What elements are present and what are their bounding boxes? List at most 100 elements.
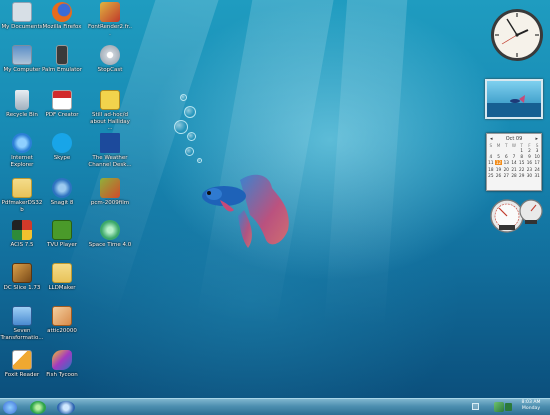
- calendar-day[interactable]: 9: [526, 154, 534, 159]
- dc-icon: [12, 263, 32, 283]
- calendar-header: ◂ Oct 09 ▸: [487, 134, 541, 143]
- network-icon[interactable]: [494, 402, 504, 412]
- calendar-day[interactable]: 2: [526, 148, 534, 153]
- desktop-icon-pcm-film[interactable]: pcm-2009film: [88, 178, 132, 207]
- calendar-days: 1 2 3 4 5 6 7 8 9 10 11 12 13 14 15 16 17 18 19 20 21 22 23 24 2…: [487, 148, 541, 178]
- taskbar-app-blue-button[interactable]: [57, 401, 75, 414]
- fish-tycoon-icon: [52, 350, 72, 370]
- desktop-icon-firefox[interactable]: Mozilla Firefox: [40, 2, 84, 31]
- cpu-meter-gadget[interactable]: [489, 198, 545, 234]
- desktop-icon-lldmaker[interactable]: LLDMaker: [40, 263, 84, 292]
- calendar-day: [502, 148, 510, 153]
- image-icon: [52, 306, 72, 326]
- recycle-bin-icon: [15, 90, 29, 110]
- calendar-day[interactable]: 25: [487, 173, 495, 178]
- calendar-day[interactable]: 29: [518, 173, 526, 178]
- bubble: [197, 158, 202, 163]
- slideshow-gadget[interactable]: [485, 79, 543, 119]
- desktop-icon-pdfmaker-folder[interactable]: PdfmakerDS32b: [0, 178, 44, 213]
- desktop[interactable]: My Documents Mozilla Firefox FontRender2…: [0, 0, 550, 398]
- calendar-day[interactable]: 26: [495, 173, 503, 178]
- palm-icon: [56, 45, 68, 65]
- betta-fish-wallpaper: [202, 174, 289, 248]
- skype-icon: [52, 133, 72, 153]
- taskbar-app-green-button[interactable]: [30, 401, 46, 414]
- desktop-icon-fish-tycoon[interactable]: Fish Tycoon: [40, 350, 84, 379]
- calendar-day[interactable]: 30: [526, 173, 534, 178]
- calendar-day[interactable]: 11: [487, 160, 495, 165]
- tvu-icon: [52, 220, 72, 240]
- calendar-day[interactable]: 15: [518, 160, 526, 165]
- clock-gadget[interactable]: [490, 8, 544, 62]
- desktop-icon-stopcast[interactable]: StopCast: [88, 45, 132, 74]
- desktop-icon-tvu-player[interactable]: TVU Player: [40, 220, 84, 249]
- calendar-day[interactable]: 1: [518, 148, 526, 153]
- desktop-icon-palm-emulator[interactable]: Palm Emulator: [40, 45, 84, 74]
- calendar-day[interactable]: 16: [526, 160, 534, 165]
- seven-icon: [12, 306, 32, 326]
- taskbar: 8:03 AM Monday: [0, 398, 550, 415]
- show-desktop-icon[interactable]: [472, 403, 479, 410]
- calendar-day[interactable]: 10: [533, 154, 541, 159]
- light-ray: [317, 0, 410, 398]
- calendar-day[interactable]: 19: [495, 167, 503, 172]
- acis-icon: [12, 220, 32, 240]
- desktop-icon-my-computer[interactable]: My Computer: [0, 45, 44, 74]
- bubble: [185, 147, 194, 156]
- mail-icon: [100, 90, 120, 110]
- desktop-icon-seven-transformation[interactable]: Seven Transformatio...: [0, 306, 44, 341]
- desktop-icon-space-time[interactable]: Space Time 4.0: [88, 220, 132, 249]
- bubble: [184, 106, 196, 118]
- cd-icon: [100, 45, 120, 65]
- calendar-day[interactable]: 22: [518, 167, 526, 172]
- calendar-day[interactable]: 28: [510, 173, 518, 178]
- calendar-day[interactable]: 4: [487, 154, 495, 159]
- calendar-day[interactable]: 7: [510, 154, 518, 159]
- app-icon: [100, 2, 120, 22]
- taskbar-clock[interactable]: 8:03 AM Monday: [514, 400, 548, 412]
- pdf-icon: [52, 90, 72, 110]
- volume-icon[interactable]: [505, 403, 512, 411]
- calendar-day[interactable]: 6: [502, 154, 510, 159]
- desktop-icon-pdf-creator[interactable]: PDF Creator: [40, 90, 84, 119]
- calendar-day[interactable]: 31: [533, 173, 541, 178]
- calendar-day[interactable]: 3: [533, 148, 541, 153]
- desktop-icon-internet-explorer[interactable]: Internet Explorer: [0, 133, 44, 168]
- calendar-prev-icon[interactable]: ◂: [490, 136, 493, 142]
- calendar-day[interactable]: 17: [533, 160, 541, 165]
- desktop-icon-recycle-bin[interactable]: Recycle Bin: [0, 90, 44, 119]
- desktop-icon-snagit[interactable]: Snagit 8: [40, 178, 84, 207]
- calendar-day[interactable]: 20: [502, 167, 510, 172]
- calendar-day[interactable]: 13: [502, 160, 510, 165]
- desktop-icon-fontrender[interactable]: FontRender2.fr...: [88, 2, 132, 37]
- desktop-icon-dc-slice[interactable]: DC Slice 1.73: [0, 263, 44, 292]
- calendar-day[interactable]: 8: [518, 154, 526, 159]
- desktop-icon-attic[interactable]: attic20000: [40, 306, 84, 335]
- calendar-day[interactable]: 23: [526, 167, 534, 172]
- desktop-icon-skype[interactable]: Skype: [40, 133, 84, 162]
- calendar-day[interactable]: 21: [510, 167, 518, 172]
- firefox-icon: [52, 2, 72, 22]
- desktop-icon-acis[interactable]: ACIS 7.5: [0, 220, 44, 249]
- calendar-day[interactable]: 27: [502, 173, 510, 178]
- folder-icon: [12, 178, 32, 198]
- calendar-day[interactable]: 12: [494, 160, 503, 166]
- bubble: [174, 120, 188, 134]
- slideshow-fish-image: [487, 95, 541, 117]
- desktop-icon-foxit-reader[interactable]: Foxit Reader: [0, 350, 44, 379]
- calendar-next-icon[interactable]: ▸: [535, 136, 538, 142]
- snagit-icon: [52, 178, 72, 198]
- calendar-day[interactable]: 18: [487, 167, 495, 172]
- calendar-day[interactable]: 24: [533, 167, 541, 172]
- taskbar-clock-day: Monday: [521, 406, 541, 411]
- calendar-day[interactable]: 5: [495, 154, 503, 159]
- desktop-icon-mail[interactable]: Still ad-hoc/d about Halliday ...: [88, 90, 132, 132]
- start-button[interactable]: [3, 401, 17, 414]
- calendar-month-label: Oct 09: [505, 136, 523, 142]
- desktop-icon-weather-channel[interactable]: The Weather Channel Desk...: [88, 133, 132, 168]
- desktop-icon-my-documents[interactable]: My Documents: [0, 2, 44, 31]
- calendar-day: [495, 148, 503, 153]
- calendar-day[interactable]: 14: [510, 160, 518, 165]
- computer-icon: [12, 45, 32, 65]
- calendar-gadget[interactable]: ◂ Oct 09 ▸ SMTWTFS 1 2 3 4 5 6 7 8 9 10 11 12 13 14 15…: [486, 133, 542, 191]
